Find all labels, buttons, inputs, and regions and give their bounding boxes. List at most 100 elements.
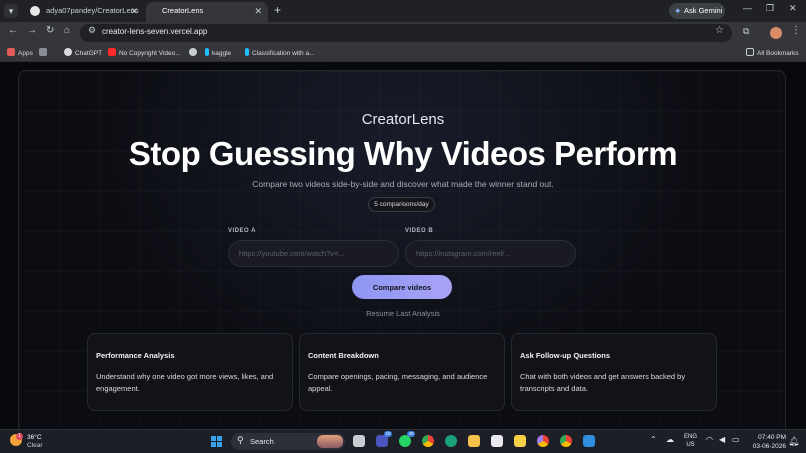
profile-avatar[interactable] [770,27,782,39]
home-icon[interactable]: ⌂ [64,25,70,36]
lang-line1: ENG [684,434,698,440]
weather-temp[interactable]: 36°C [27,434,42,441]
new-tab-button[interactable]: + [274,3,281,17]
bookmark-globe[interactable] [189,48,200,57]
close-tab-icon[interactable]: ✕ [130,2,138,20]
language-indicator[interactable]: ENG US [684,433,697,449]
feature-title: Content Breakdown [308,351,379,360]
bookmarks-bar: Apps ChatGPT No Copyright Video... kaggl… [0,44,806,62]
resume-last-analysis-link[interactable]: Resume Last Analysis [0,309,806,318]
search-highlight-image [317,435,343,448]
battery-icon[interactable]: ▭ [732,435,740,444]
feature-title: Performance Analysis [96,351,175,360]
wifi-icon[interactable]: ◠ [706,435,713,444]
tab-strip: ▾ adya07pandey/CreatorLens ✕ CreatorLens… [0,0,806,22]
teams-badge: 10 [384,431,392,437]
video-b-input[interactable] [405,240,576,267]
github-icon [30,6,40,16]
feature-body: Understand why one video got more views,… [96,372,274,393]
forward-icon[interactable]: → [27,25,37,36]
bookmark-chatgpt[interactable]: ChatGPT [64,48,102,57]
folder-icon [746,48,754,56]
page-content: CreatorLens Stop Guessing Why Videos Per… [0,63,806,429]
close-tab-icon[interactable]: ✕ [254,2,262,20]
chatgpt-icon [64,48,72,56]
weather-condition[interactable]: Clear [27,442,43,449]
address-bar[interactable]: ⚙ creator-lens-seven.vercel.app ☆ [80,24,732,42]
bookmark-star-icon[interactable]: ☆ [715,25,724,36]
chrome-icon[interactable] [422,435,434,447]
bookmark-no-copyright[interactable]: No Copyright Video... [108,48,181,57]
bookmark-label: ChatGPT [75,50,103,57]
whatsapp-badge: 40 [407,431,415,437]
video-b-label: VIDEO B [405,228,434,234]
lang-line2: US [686,442,695,448]
kaggle-icon [245,48,249,56]
tab-creatorlens[interactable]: CreatorLens ✕ [146,2,268,22]
onedrive-icon[interactable]: ☁ [666,435,674,444]
close-window-icon[interactable]: ✕ [789,3,797,14]
youtube-icon [108,48,116,56]
chrome-alt-icon[interactable] [560,435,572,447]
feature-body: Chat with both videos and get answers ba… [520,372,686,393]
feature-card-content: Content Breakdown Compare openings, paci… [299,333,505,411]
tab-title: CreatorLens [162,6,204,15]
taskbar: 1 36°C Clear ⚲ Search 10 40 ⌃ ☁ ENG US ◠… [0,429,806,453]
site-info-icon[interactable]: ⚙ [88,25,96,36]
compare-videos-button[interactable]: Compare videos [352,275,452,299]
restore-icon[interactable]: ❐ [766,3,774,14]
browser-toolbar: ← → ↻ ⌂ ⚙ creator-lens-seven.vercel.app … [0,22,806,44]
taskbar-search[interactable]: ⚲ Search [231,433,345,450]
bookmark-kaggle[interactable]: kaggle [205,48,231,57]
volume-icon[interactable]: ◀ [719,435,725,444]
weather-badge: 1 [16,433,23,440]
minimize-icon[interactable]: — [743,3,752,13]
bookmark-label: Apps [18,50,33,57]
sticky-notes-icon[interactable] [514,435,526,447]
search-icon: ⚲ [237,435,244,445]
bookmark-classification[interactable]: Classification with a... [245,48,315,57]
menu-icon[interactable]: ⋮ [791,25,801,36]
search-label: Search [250,437,274,446]
tab-search-icon[interactable]: ▾ [4,4,18,18]
tab-title: adya07pandey/CreatorLens [46,6,139,15]
page-subhead: Compare two videos side-by-side and disc… [252,179,554,189]
clock-time: 07:40 PM [758,434,786,441]
feature-body: Compare openings, pacing, messaging, and… [308,372,488,393]
bookmark-label: kaggle [212,50,232,57]
kaggle-icon [205,48,209,56]
reload-icon[interactable]: ↻ [46,25,54,36]
back-icon[interactable]: ← [8,25,18,36]
notification-bell-icon[interactable]: 🔔︎ [788,436,799,447]
ask-gemini-button[interactable]: ✦ Ask Gemini [669,3,725,19]
chrome-profile-icon[interactable] [537,435,549,447]
bookmark-label: All Bookmarks [757,50,799,57]
bookmark-all[interactable]: All Bookmarks [746,48,799,57]
ask-gemini-label: Ask Gemini [684,6,723,15]
app-icon[interactable] [445,435,457,447]
page-headline: Stop Guessing Why Videos Perform [128,135,678,172]
gemini-icon: ✦ [674,6,682,16]
url-text[interactable]: creator-lens-seven.vercel.app [102,27,207,36]
bookmark-apps[interactable]: Apps [7,48,33,57]
video-a-input[interactable] [228,240,399,267]
limit-badge: 5 comparisons/day [368,197,435,212]
apps-grid-icon [7,48,15,56]
store-icon[interactable] [491,435,503,447]
feature-card-followup: Ask Follow-up Questions Chat with both v… [511,333,717,411]
globe-icon [189,48,197,56]
tray-overflow-icon[interactable]: ⌃ [650,435,657,444]
brand-title: CreatorLens [361,111,445,128]
file-explorer-icon[interactable] [468,435,480,447]
extensions-icon[interactable]: ⧉ [743,26,749,37]
grid-icon[interactable] [39,48,50,57]
feature-card-performance: Performance Analysis Understand why one … [87,333,293,411]
task-view-icon[interactable] [353,435,365,447]
feature-title: Ask Follow-up Questions [520,351,611,360]
tab-github[interactable]: adya07pandey/CreatorLens ✕ [20,2,144,22]
windows-start-icon[interactable] [211,436,222,447]
bookmark-label: No Copyright Video... [119,50,181,57]
clock-date: 03-06-2026 [752,443,786,450]
system-clock[interactable]: 07:40 PM 03-06-2026 [750,433,786,451]
vscode-icon[interactable] [583,435,595,447]
